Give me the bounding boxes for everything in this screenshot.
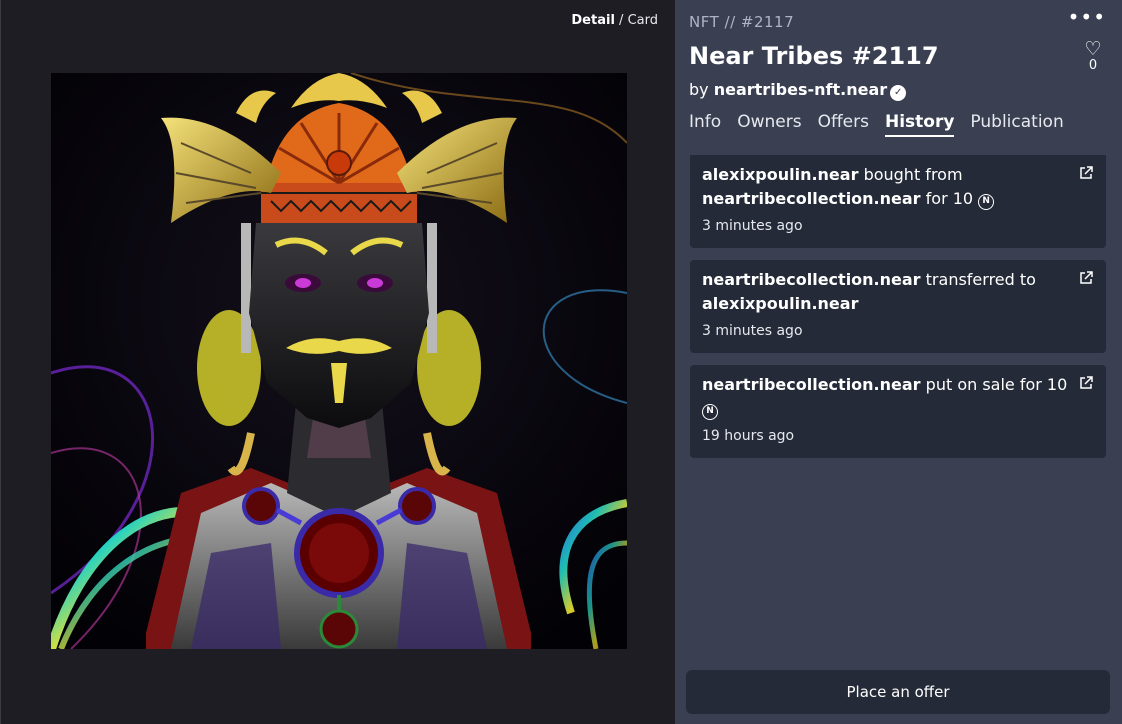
tab-history[interactable]: History <box>884 112 955 137</box>
nft-artwork-image[interactable] <box>51 73 627 649</box>
like-count: 0 <box>1088 58 1098 73</box>
history-time: 3 minutes ago <box>702 323 803 339</box>
history-target-link[interactable]: alexixpoulin.near <box>702 294 858 313</box>
near-icon: N <box>702 404 718 420</box>
history-actor-link[interactable]: neartribecollection.near <box>702 375 921 394</box>
details-panel: NFT // #2117 ••• Near Tribes #2117 ♡ 0 b… <box>675 0 1122 724</box>
history-time: 19 hours ago <box>702 428 795 444</box>
history-item-text: neartribecollection.near transferred to … <box>702 268 1070 316</box>
creator-link[interactable]: neartribes-nft.near <box>714 80 887 99</box>
history-item-text: alexixpoulin.near bought from neartribec… <box>702 163 1070 211</box>
tab-owners[interactable]: Owners <box>737 112 801 137</box>
history-list: alexixpoulin.near bought from neartribec… <box>690 155 1106 470</box>
tab-publication[interactable]: Publication <box>970 112 1063 137</box>
external-link-icon[interactable] <box>1078 375 1094 391</box>
creator-by: by <box>689 80 709 99</box>
verified-badge-icon: ✓ <box>890 85 907 101</box>
place-offer-button[interactable]: Place an offer <box>686 670 1110 714</box>
history-item: neartribecollection.near transferred to … <box>690 260 1106 353</box>
view-separator: / <box>619 13 624 28</box>
history-target-link[interactable]: neartribecollection.near <box>702 189 921 208</box>
history-action: transferred to <box>925 270 1036 289</box>
history-action: bought from <box>863 165 963 184</box>
more-dots-icon[interactable]: ••• <box>1068 7 1106 27</box>
nft-artwork-illustration <box>51 73 627 649</box>
nft-tabs: Info Owners Offers History Publication <box>689 112 1064 137</box>
history-item-text: neartribecollection.near put on sale for… <box>702 373 1070 421</box>
nft-id-label: NFT // #2117 <box>689 13 795 31</box>
history-item: neartribecollection.near put on sale for… <box>690 365 1106 458</box>
view-detail-toggle[interactable]: Detail <box>571 13 615 28</box>
external-link-icon[interactable] <box>1078 270 1094 286</box>
like-control: ♡ 0 <box>1082 38 1104 73</box>
near-icon: N <box>978 194 995 210</box>
nft-title: Near Tribes #2117 <box>689 42 939 70</box>
artwork-panel: Detail / Card <box>0 0 675 724</box>
history-time: 3 minutes ago <box>702 218 803 234</box>
history-action: put on sale for 10 <box>925 375 1068 394</box>
view-card-toggle[interactable]: Card <box>628 13 658 28</box>
external-link-icon[interactable] <box>1078 165 1094 181</box>
heart-icon[interactable]: ♡ <box>1082 38 1104 60</box>
tab-info[interactable]: Info <box>689 112 721 137</box>
history-suffix: for 10 <box>925 189 974 208</box>
tab-offers[interactable]: Offers <box>818 112 869 137</box>
view-toggle: Detail / Card <box>571 13 658 28</box>
history-actor-link[interactable]: neartribecollection.near <box>702 270 921 289</box>
creator-line: by neartribes-nft.near ✓ <box>689 80 907 101</box>
history-actor-link[interactable]: alexixpoulin.near <box>702 165 858 184</box>
history-item: alexixpoulin.near bought from neartribec… <box>690 155 1106 248</box>
